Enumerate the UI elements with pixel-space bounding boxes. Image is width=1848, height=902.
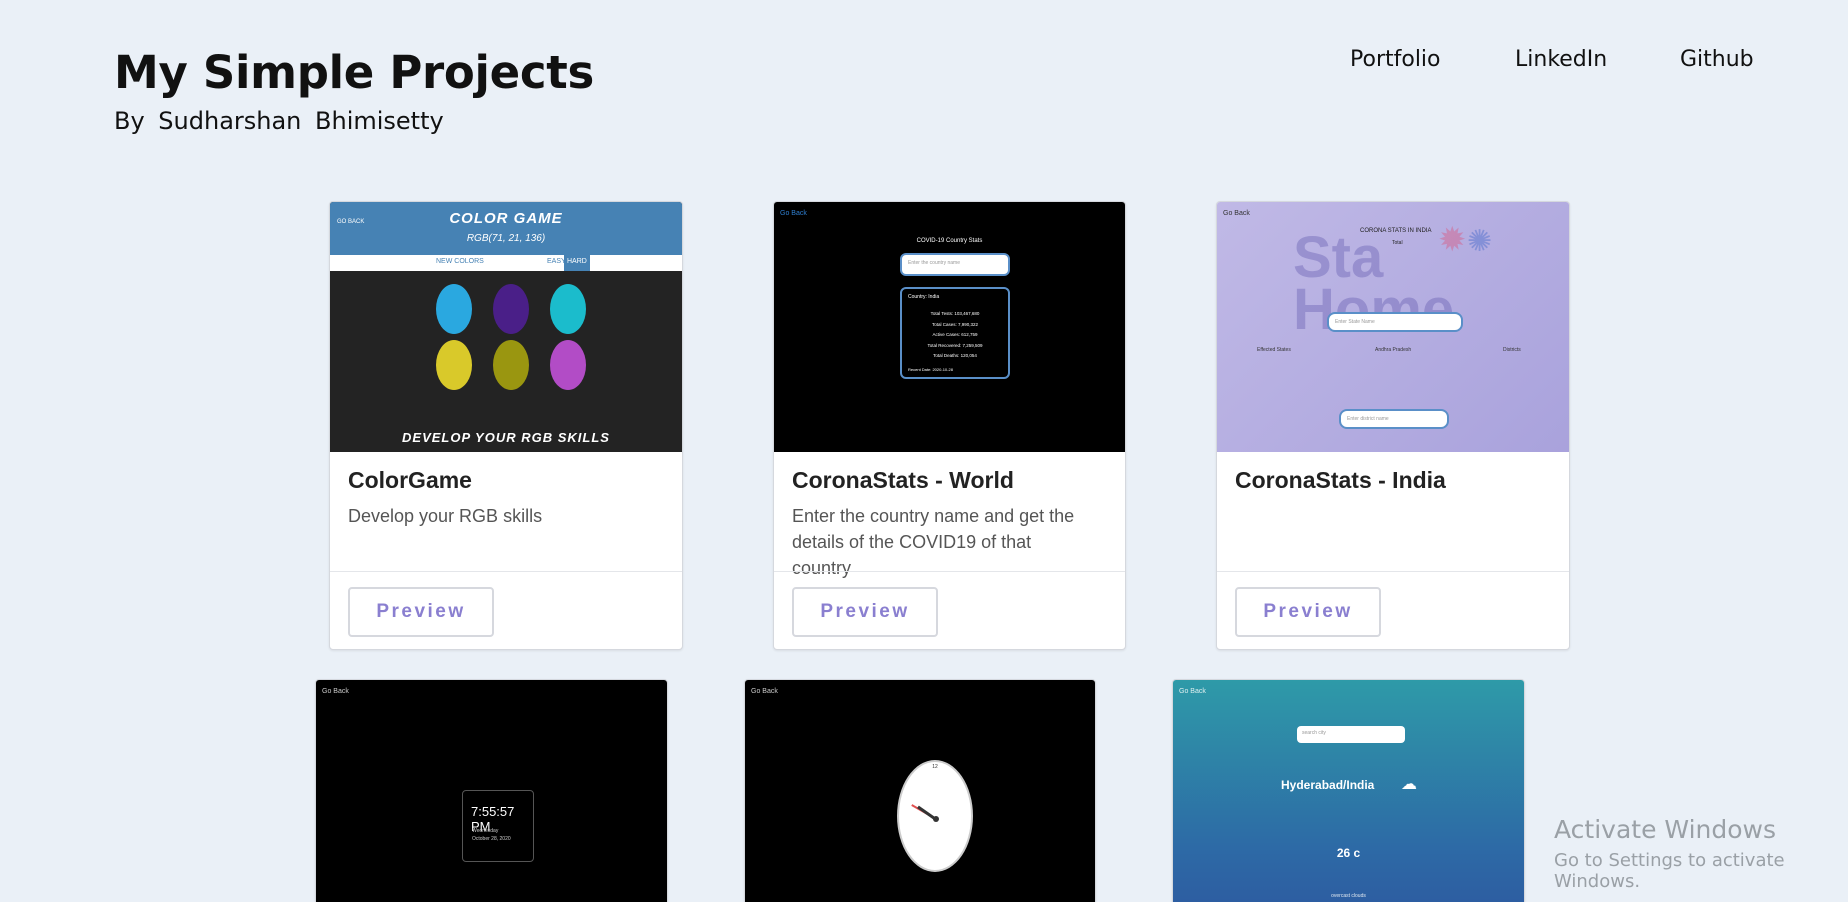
colorgame-title: COLOR GAME — [449, 210, 563, 227]
nav-link-linkedin[interactable]: LinkedIn — [1515, 47, 1607, 72]
coronastats-world-thumbnail[interactable]: Go Back COVID-19 Country Stats Enter the… — [774, 202, 1125, 452]
world-recent-date: Recent Date: 2020-10-28 — [908, 367, 953, 372]
colorgame-tagline: DEVELOP YOUR RGB SKILLS — [402, 430, 610, 445]
card-description: Develop your RGB skills — [348, 506, 543, 526]
world-back-link: Go Back — [780, 210, 807, 217]
clock-center — [933, 816, 939, 822]
world-country: Country: India — [908, 294, 940, 300]
cloud-icon: ☁ — [1401, 776, 1417, 793]
project-card-analog-clock: Go Back 12 — [744, 679, 1096, 902]
weather-thumbnail[interactable]: Go Back search city Hyderabad/India ☁ 26… — [1173, 680, 1524, 902]
colorgame-new-colors: NEW COLORS — [436, 258, 484, 265]
world-heading: COVID-19 Country Stats — [916, 238, 983, 244]
project-card-coronastats-india: Sta Home ✹ ✺ Go Back CORONA STATS IN INDI… — [1216, 201, 1570, 650]
digital-clock-date: October 28, 2020 — [472, 836, 511, 842]
india-total-label: Total — [1392, 240, 1403, 246]
card-footer: Preview — [774, 571, 1125, 647]
card-title: CoronaStats - World — [792, 467, 1014, 493]
digital-clock-box: 7:55:57 PM Wednesday October 28, 2020 — [462, 790, 534, 862]
colorgame-controls: NEW COLORS EASY HARD — [330, 255, 682, 271]
colorgame-rgb: RGB(71, 21, 136) — [466, 233, 546, 244]
world-stat-lines: Total Tests: 103,467,680 Total Cases: 7,… — [902, 309, 1008, 362]
world-stat-line: Total Deaths: 120,054 — [933, 353, 977, 358]
world-stat-line: Total Cases: 7,990,322 — [931, 321, 979, 327]
analog-clock-back-link: Go Back — [751, 688, 778, 695]
color-swatch — [550, 340, 586, 390]
weather-city: Hyderabad/India — [1281, 778, 1375, 792]
project-card-colorgame: GO BACK COLOR GAME RGB(71, 21, 136) NEW … — [329, 201, 683, 650]
color-swatch — [493, 340, 529, 390]
analog-clock-thumbnail[interactable]: Go Back 12 — [745, 680, 1095, 902]
digital-clock-thumbnail[interactable]: Go Back 7:55:57 PM Wednesday October 28,… — [316, 680, 667, 902]
virus-icon: ✺ — [1467, 225, 1493, 258]
analog-clock-face: 12 — [897, 760, 973, 872]
digital-clock-back-link: Go Back — [322, 688, 349, 695]
page-title: My Simple Projects — [114, 46, 594, 99]
world-stats-box: Country: India Total Tests: 103,467,680 … — [900, 287, 1010, 379]
india-heading: CORONA STATS IN INDIA — [1360, 228, 1432, 234]
india-district-input: Enter district name — [1339, 409, 1449, 429]
card-footer: Preview — [330, 571, 682, 647]
preview-button[interactable]: Preview — [792, 587, 938, 637]
nav-link-github[interactable]: Github — [1680, 47, 1754, 72]
card-footer: Preview — [1217, 571, 1569, 647]
coronastats-india-thumbnail[interactable]: Sta Home ✹ ✺ Go Back CORONA STATS IN INDI… — [1217, 202, 1569, 452]
colorgame-thumbnail[interactable]: GO BACK COLOR GAME RGB(71, 21, 136) NEW … — [330, 202, 682, 452]
project-card-weather: Go Back search city Hyderabad/India ☁ 26… — [1172, 679, 1525, 902]
world-stat-line: Total Tests: 103,467,680 — [930, 311, 980, 316]
color-swatch — [436, 340, 472, 390]
world-stat-line: Active Cases: 612,759 — [932, 332, 978, 337]
card-description: Enter the country name and get the detai… — [792, 506, 1075, 578]
india-col-districts: Districts — [1503, 347, 1521, 353]
card-title: CoronaStats - India — [1235, 467, 1446, 493]
project-card-digital-clock: Go Back 7:55:57 PM Wednesday October 28,… — [315, 679, 668, 902]
preview-button[interactable]: Preview — [348, 587, 494, 637]
analog-clock-twelve: 12 — [932, 764, 938, 770]
card-title: ColorGame — [348, 467, 472, 493]
weather-temperature: 26 c — [1336, 846, 1361, 860]
weather-back-link: Go Back — [1179, 688, 1206, 695]
color-swatch — [493, 284, 529, 334]
project-card-coronastats-world: Go Back COVID-19 Country Stats Enter the… — [773, 201, 1126, 650]
virus-icon: ✹ — [1438, 221, 1467, 259]
preview-button[interactable]: Preview — [1235, 587, 1381, 637]
page-subtitle: By Sudharshan Bhimisetty — [114, 107, 444, 135]
color-swatch — [550, 284, 586, 334]
india-state-input: Enter State Name — [1327, 312, 1463, 332]
activate-windows-title: Activate Windows — [1554, 815, 1776, 844]
weather-search-input: search city — [1297, 726, 1405, 743]
world-search-input: Enter the country name — [900, 253, 1010, 276]
digital-clock-day: Wednesday — [472, 828, 499, 834]
india-col-state: Andhra Pradesh — [1375, 347, 1412, 353]
activate-windows-subtitle: Go to Settings to activate Windows. — [1554, 850, 1785, 892]
india-col-states: Effected States — [1257, 347, 1291, 353]
world-stat-line: Total Recovered: 7,259,509 — [927, 342, 983, 348]
colorgame-hard: HARD — [564, 255, 590, 271]
color-swatch — [436, 284, 472, 334]
india-back-link: Go Back — [1223, 210, 1250, 217]
colorgame-easy: EASY — [547, 258, 566, 265]
nav-link-portfolio[interactable]: Portfolio — [1350, 47, 1441, 72]
weather-status: overcast clouds — [1331, 893, 1366, 899]
